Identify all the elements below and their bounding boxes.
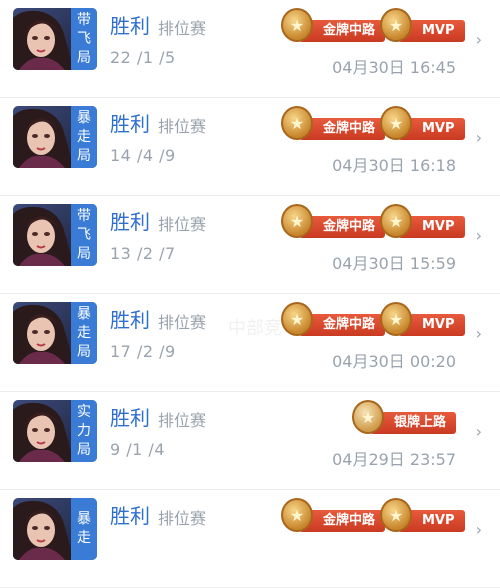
medal-icon: ★	[380, 302, 412, 336]
match-result: 胜利	[110, 308, 150, 332]
match-row[interactable]: 带飞局胜利 排位赛 22 /1 /5 04月30日 16:45 ★ 金牌中路 ★ MVP ›	[0, 0, 500, 98]
match-result: 胜利	[110, 504, 150, 528]
match-time: 04月30日 15:59	[332, 254, 456, 273]
kda-stats: 13 /2 /7	[110, 244, 176, 263]
match-type-char: 暴	[77, 511, 91, 527]
match-row[interactable]: 带飞局胜利 排位赛 13 /2 /7 04月30日 15:59 ★ 金牌中路 ★ MVP ›	[0, 196, 500, 294]
medal-icon: ★	[281, 106, 313, 140]
mvp-badge: ★ MVP	[380, 496, 465, 538]
match-type-char: 暴	[77, 305, 91, 322]
match-type-char: 飞	[77, 226, 91, 243]
chevron-right-icon[interactable]: ›	[476, 30, 482, 49]
match-type-tag: 暴走局	[71, 106, 97, 168]
medal-icon: ★	[380, 106, 412, 140]
match-type-char: 走	[77, 128, 91, 145]
kda-stats: 22 /1 /5	[110, 48, 176, 67]
medal-icon: ★	[352, 400, 384, 434]
match-result: 胜利	[110, 14, 150, 38]
match-type-char: 走	[77, 324, 91, 341]
medal-icon: ★	[281, 204, 313, 238]
match-type-tag: 暴走局	[71, 302, 97, 364]
chevron-right-icon[interactable]: ›	[476, 422, 482, 441]
match-type-tag: 暴走	[71, 498, 97, 560]
match-time: 04月30日 00:20	[332, 352, 456, 371]
kda-stats: 17 /2 /9	[110, 342, 176, 361]
match-row[interactable]: 实力局胜利 排位赛 9 /1 /4 04月29日 23:57 ★ 银牌上路 ›	[0, 392, 500, 490]
gold-lane-badge: ★ 金牌中路	[281, 202, 386, 244]
gold-lane-badge: ★ 金牌中路	[281, 6, 386, 48]
match-type-char: 力	[77, 422, 91, 439]
match-mode: 排位赛	[158, 19, 207, 38]
medal-icon: ★	[281, 498, 313, 532]
chevron-right-icon[interactable]: ›	[476, 128, 482, 147]
match-row[interactable]: 暴走局胜利 排位赛 14 /4 /9 04月30日 16:18 ★ 金牌中路 ★ MVP ›	[0, 98, 500, 196]
match-type-char: 实	[77, 403, 91, 420]
match-type-char: 飞	[77, 30, 91, 47]
match-type-char: 局	[77, 343, 91, 360]
match-mode: 排位赛	[158, 411, 207, 430]
mvp-badge: ★ MVP	[380, 6, 465, 48]
chevron-right-icon[interactable]: ›	[476, 324, 482, 343]
match-type-tag: 带飞局	[71, 204, 97, 266]
match-mode: 排位赛	[158, 117, 207, 136]
match-type-char: 走	[77, 530, 91, 546]
match-result: 胜利	[110, 210, 150, 234]
match-type-char: 局	[77, 147, 91, 164]
match-mode: 排位赛	[158, 313, 207, 332]
medal-icon: ★	[380, 8, 412, 42]
match-row[interactable]: 暴走胜利 排位赛 ★ 金牌中路 ★ MVP ›	[0, 490, 500, 588]
kda-stats: 9 /1 /4	[110, 440, 165, 459]
match-mode: 排位赛	[158, 509, 207, 528]
kda-stats: 14 /4 /9	[110, 146, 176, 165]
match-type-tag: 带飞局	[71, 8, 97, 70]
mvp-badge: ★ MVP	[380, 202, 465, 244]
chevron-right-icon[interactable]: ›	[476, 520, 482, 539]
match-result: 胜利	[110, 406, 150, 430]
match-type-char: 局	[77, 441, 91, 458]
match-type-char: 暴	[77, 109, 91, 126]
gold-lane-badge: ★ 金牌中路	[281, 496, 386, 538]
match-type-tag: 实力局	[71, 400, 97, 462]
match-time: 04月29日 23:57	[332, 450, 456, 469]
match-time: 04月30日 16:45	[332, 58, 456, 77]
watermark: 中部竞	[228, 318, 282, 339]
medal-icon: ★	[281, 8, 313, 42]
match-mode: 排位赛	[158, 215, 207, 234]
match-type-char: 带	[77, 207, 91, 224]
silver-lane-badge: ★ 银牌上路	[352, 398, 457, 440]
match-type-char: 局	[77, 245, 91, 262]
medal-icon: ★	[281, 302, 313, 336]
match-type-char: 带	[77, 11, 91, 28]
match-time: 04月30日 16:18	[332, 156, 456, 175]
mvp-badge: ★ MVP	[380, 300, 465, 342]
medal-icon: ★	[380, 498, 412, 532]
gold-lane-badge: ★ 金牌中路	[281, 104, 386, 146]
medal-icon: ★	[380, 204, 412, 238]
match-result: 胜利	[110, 112, 150, 136]
mvp-badge: ★ MVP	[380, 104, 465, 146]
gold-lane-badge: ★ 金牌中路	[281, 300, 386, 342]
chevron-right-icon[interactable]: ›	[476, 226, 482, 245]
match-row[interactable]: 暴走局胜利 排位赛 17 /2 /9 04月30日 00:20 中部竞 ★ 金牌中路 ★ MVP…	[0, 294, 500, 392]
match-type-char: 局	[77, 49, 91, 66]
